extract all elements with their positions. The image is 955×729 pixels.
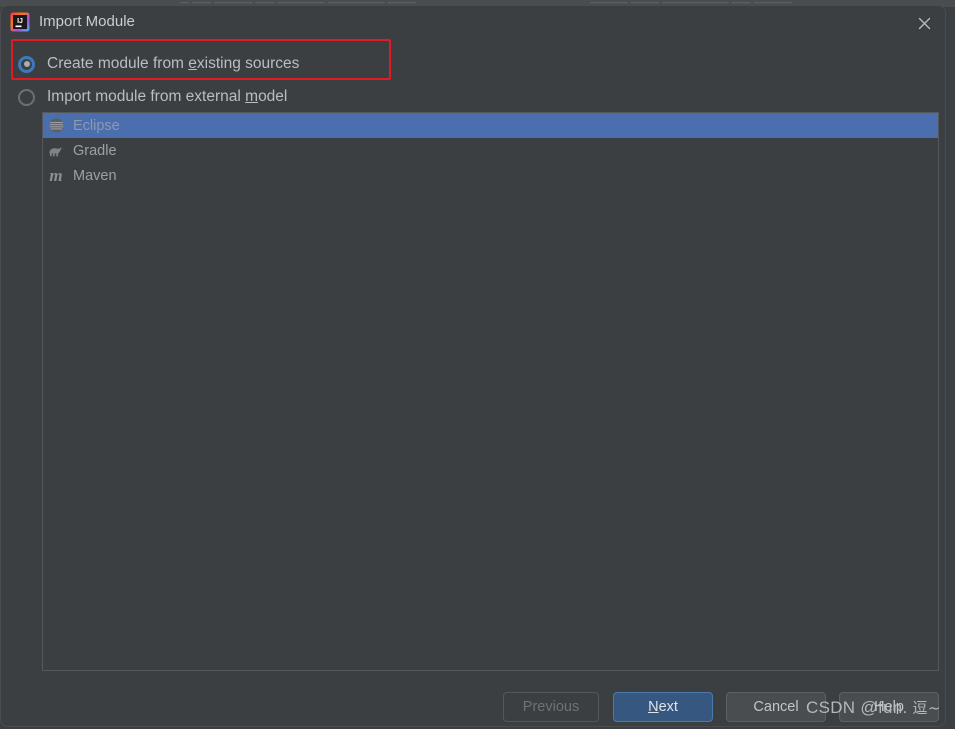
list-item-eclipse[interactable]: Eclipse — [43, 113, 938, 138]
maven-icon: m — [47, 167, 65, 185]
radio-create-module-from-existing-sources[interactable]: Create module from existing sources — [18, 51, 299, 77]
next-button-label: Next — [648, 699, 678, 715]
help-button[interactable]: Help — [839, 692, 939, 722]
next-button[interactable]: Next — [613, 692, 713, 722]
list-item-maven[interactable]: m Maven — [43, 163, 938, 188]
list-item-gradle[interactable]: Gradle — [43, 138, 938, 163]
intellij-idea-icon: IJ — [10, 12, 30, 32]
radio-label-external-prefix: Import module from external — [47, 88, 246, 105]
help-button-label: Help — [874, 699, 904, 715]
cancel-button-label: Cancel — [753, 699, 799, 715]
radio-label-external-model: Import module from external model — [47, 88, 287, 106]
list-item-label-maven: Maven — [73, 167, 117, 184]
list-item-label-gradle: Gradle — [73, 142, 117, 159]
svg-text:IJ: IJ — [17, 18, 23, 25]
import-module-dialog: IJ Import Module Create module from exis… — [0, 5, 946, 727]
cancel-button[interactable]: Cancel — [726, 692, 826, 722]
next-button-label-suffix: ext — [658, 699, 678, 715]
radio-mnemonic-external: m — [245, 88, 259, 105]
gradle-elephant-icon — [47, 142, 65, 160]
dialog-titlebar: IJ Import Module — [1, 6, 945, 38]
maven-m-glyph: m — [49, 166, 63, 185]
external-model-list[interactable]: Eclipse Gradle m Maven — [42, 112, 939, 671]
close-icon[interactable] — [909, 10, 939, 36]
dialog-title: Import Module — [39, 13, 135, 30]
radio-label-existing-suffix: xisting sources — [196, 55, 300, 72]
next-button-mnemonic: N — [648, 699, 659, 715]
radio-import-module-from-external-model[interactable]: Import module from external model — [18, 84, 287, 110]
radio-label-external-suffix: odel — [258, 88, 288, 105]
radio-mnemonic-existing: e — [188, 55, 197, 72]
radio-indicator-selected — [18, 55, 35, 73]
radio-indicator-unselected — [18, 88, 35, 106]
radio-label-existing-prefix: Create module from — [47, 55, 189, 72]
previous-button-label: Previous — [522, 699, 580, 715]
eclipse-icon — [47, 117, 65, 135]
radio-label-existing-sources: Create module from existing sources — [47, 55, 299, 73]
list-item-label-eclipse: Eclipse — [73, 117, 120, 134]
previous-button[interactable]: Previous — [503, 692, 599, 722]
